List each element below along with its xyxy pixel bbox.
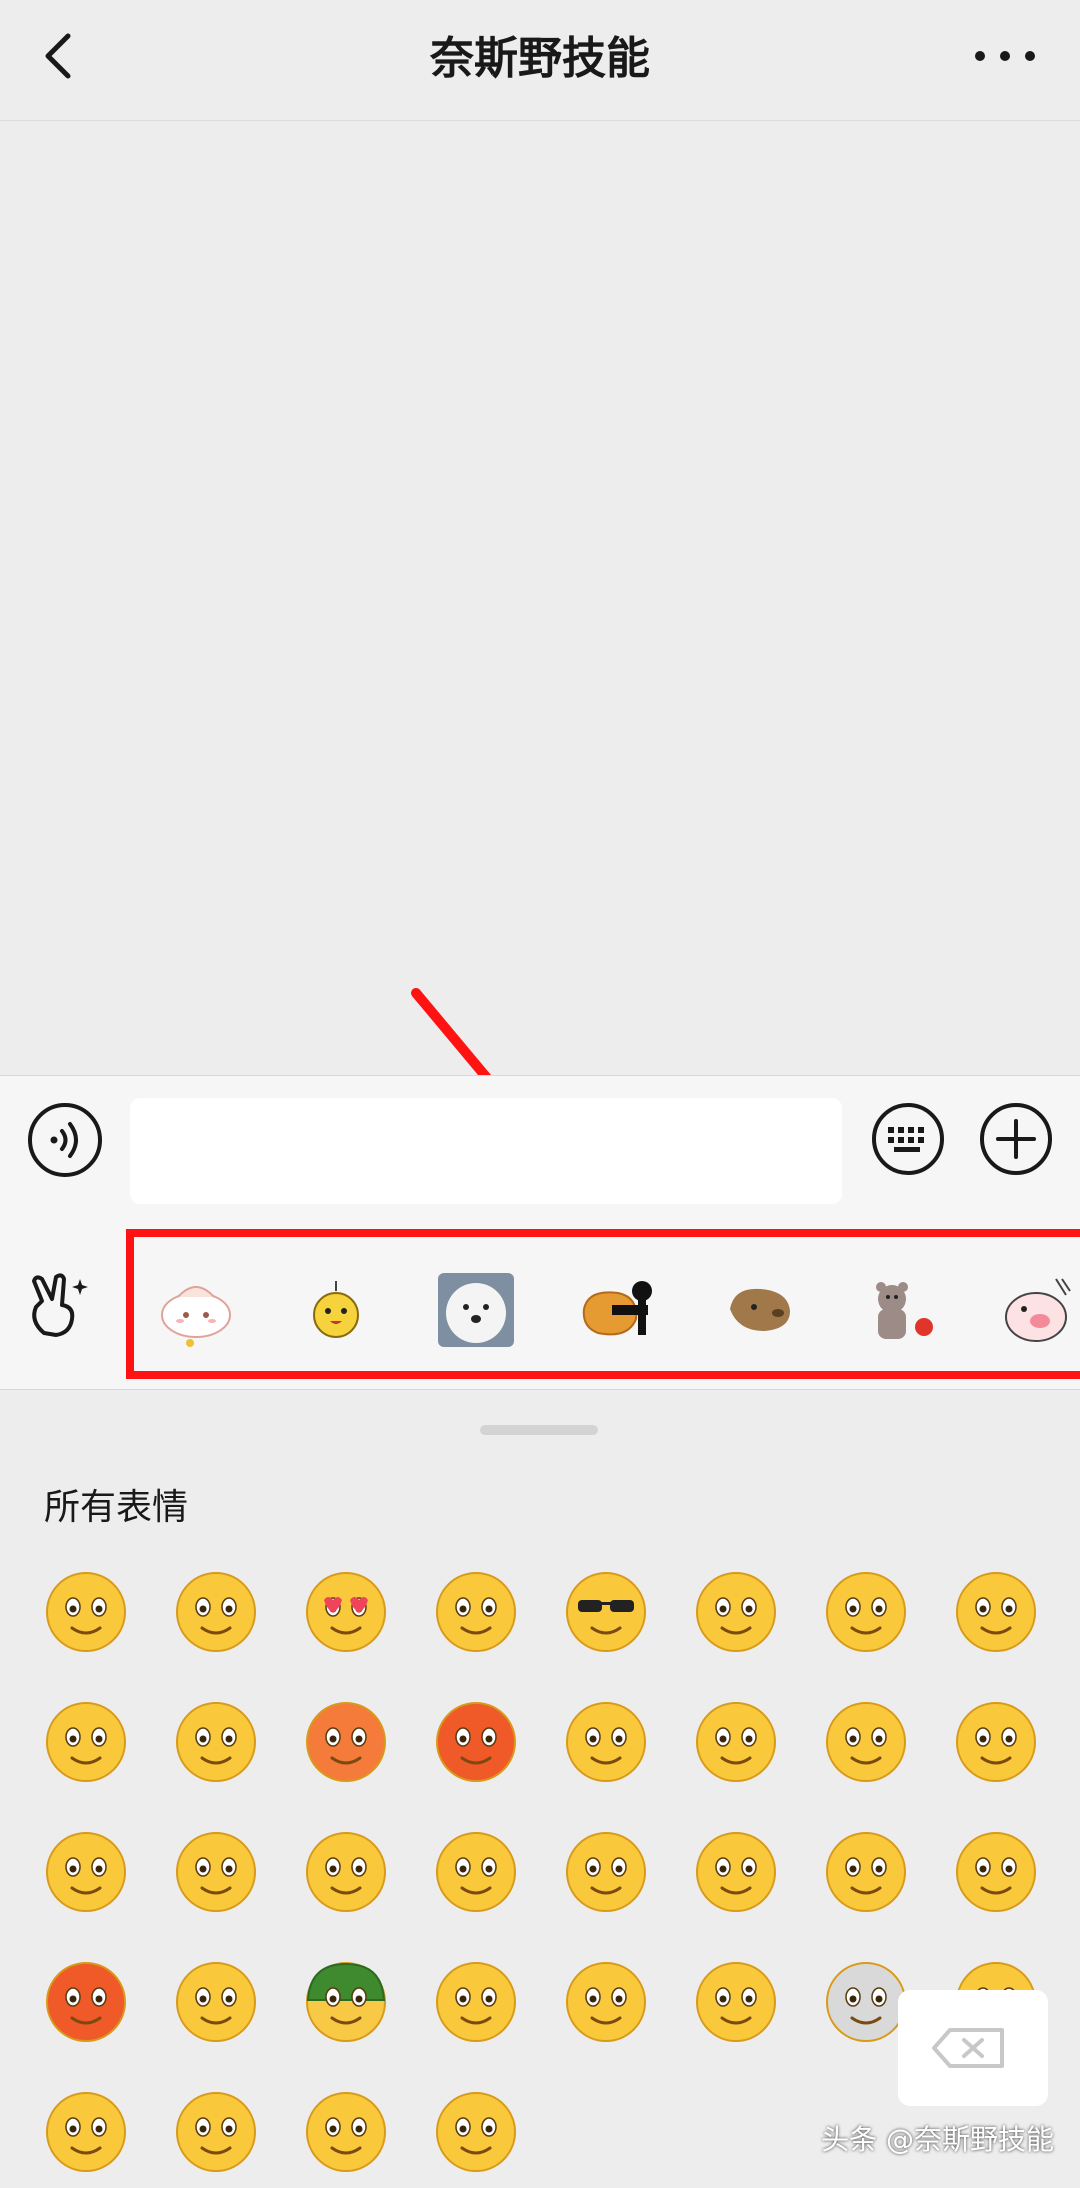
chat-title: 奈斯野技能 [430, 33, 650, 84]
smile-emoji-icon[interactable] [44, 1570, 128, 1654]
yellow-chick-sticker[interactable] [296, 1269, 376, 1349]
happy-emoji-icon[interactable] [174, 1960, 258, 2044]
panel-drag-handle[interactable] [480, 1425, 598, 1435]
samoyed-dog-sticker[interactable] [436, 1269, 516, 1349]
heart-eyes-emoji-icon[interactable] [304, 1570, 388, 1654]
embarrassed-emoji-icon[interactable] [304, 1700, 388, 1784]
sticker-bar [0, 1219, 1080, 1390]
meh-emoji-icon[interactable] [954, 1830, 1038, 1914]
grin-emoji-icon[interactable] [694, 1700, 778, 1784]
message-input[interactable] [130, 1098, 842, 1204]
fried-chicken-sticker[interactable] [578, 1269, 658, 1349]
steamed-bun-sticker[interactable] [156, 1269, 236, 1349]
keyboard-icon[interactable] [870, 1101, 946, 1177]
backspace-icon[interactable] [898, 1990, 1048, 2106]
bear-lantern-sticker[interactable] [862, 1269, 942, 1349]
pig-sticker[interactable] [1000, 1269, 1080, 1349]
frustrated-emoji-icon[interactable] [44, 1960, 128, 2044]
pout-emoji-icon[interactable] [304, 2090, 388, 2174]
sweat-smirk-emoji-icon[interactable] [174, 2090, 258, 2174]
eye-roll-emoji-icon[interactable] [824, 1830, 908, 1914]
message-input-bar [0, 1075, 1080, 1220]
wink-tongue-emoji-icon[interactable] [564, 1700, 648, 1784]
cool-emoji-icon[interactable] [564, 1570, 648, 1654]
chat-message-area [0, 121, 1080, 1075]
capybara-sticker[interactable] [720, 1269, 800, 1349]
smirk-cover-emoji-icon[interactable] [434, 2090, 518, 2174]
sad-emoji-icon[interactable] [954, 1700, 1038, 1784]
mouth-shut-emoji-icon[interactable] [954, 1570, 1038, 1654]
more-dots-icon[interactable] [970, 38, 1040, 74]
blush-emoji-icon[interactable] [564, 1830, 648, 1914]
voice-icon[interactable] [26, 1101, 104, 1179]
crying-laugh-emoji-icon[interactable] [174, 1700, 258, 1784]
shy-emoji-icon[interactable] [824, 1570, 908, 1654]
angry-emoji-icon[interactable] [434, 1700, 518, 1784]
nauseous-emoji-icon[interactable] [304, 1830, 388, 1914]
thumb-chin-emoji-icon[interactable] [44, 2090, 128, 2174]
flushed-emoji-icon[interactable] [44, 1830, 128, 1914]
hush-emoji-icon[interactable] [694, 1960, 778, 2044]
look-up-emoji-icon[interactable] [694, 1830, 778, 1914]
soldier-helmet-emoji-icon[interactable] [304, 1960, 388, 2044]
plus-icon[interactable] [978, 1101, 1054, 1177]
skull-emoji-icon[interactable] [824, 1960, 908, 2044]
gleeful-cry-emoji-icon[interactable] [434, 1960, 518, 2044]
sleep-emoji-icon[interactable] [44, 1700, 128, 1784]
awkward-emoji-icon[interactable] [174, 1570, 258, 1654]
confused-emoji-icon[interactable] [564, 1960, 648, 2044]
loud-cry-emoji-icon[interactable] [694, 1570, 778, 1654]
watermark-text: 头条 @奈斯野技能 [821, 2123, 1054, 2156]
laughing-tears-emoji-icon[interactable] [174, 1830, 258, 1914]
stare-emoji-icon[interactable] [434, 1570, 518, 1654]
victory-hand-icon[interactable] [22, 1271, 92, 1341]
all-emoji-title: 所有表情 [44, 1487, 189, 1528]
surprised-emoji-icon[interactable] [824, 1700, 908, 1784]
top-bar: 奈斯野技能 [0, 0, 1080, 121]
chuckle-emoji-icon[interactable] [434, 1830, 518, 1914]
